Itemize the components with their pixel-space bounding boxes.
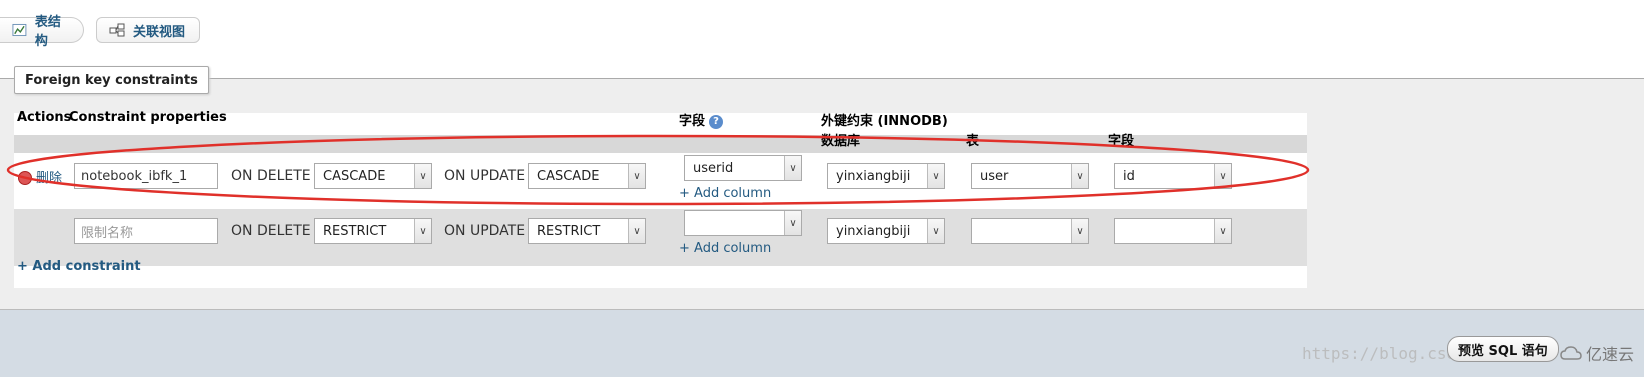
brand-text: 亿速云: [1586, 345, 1635, 364]
brand-logo: 亿速云: [1560, 341, 1634, 365]
footer-bar: [0, 309, 1644, 377]
highlight-ellipse: [6, 134, 1310, 206]
cloud-icon: [1560, 346, 1582, 360]
preview-sql-button[interactable]: 预览 SQL 语句: [1447, 336, 1559, 362]
